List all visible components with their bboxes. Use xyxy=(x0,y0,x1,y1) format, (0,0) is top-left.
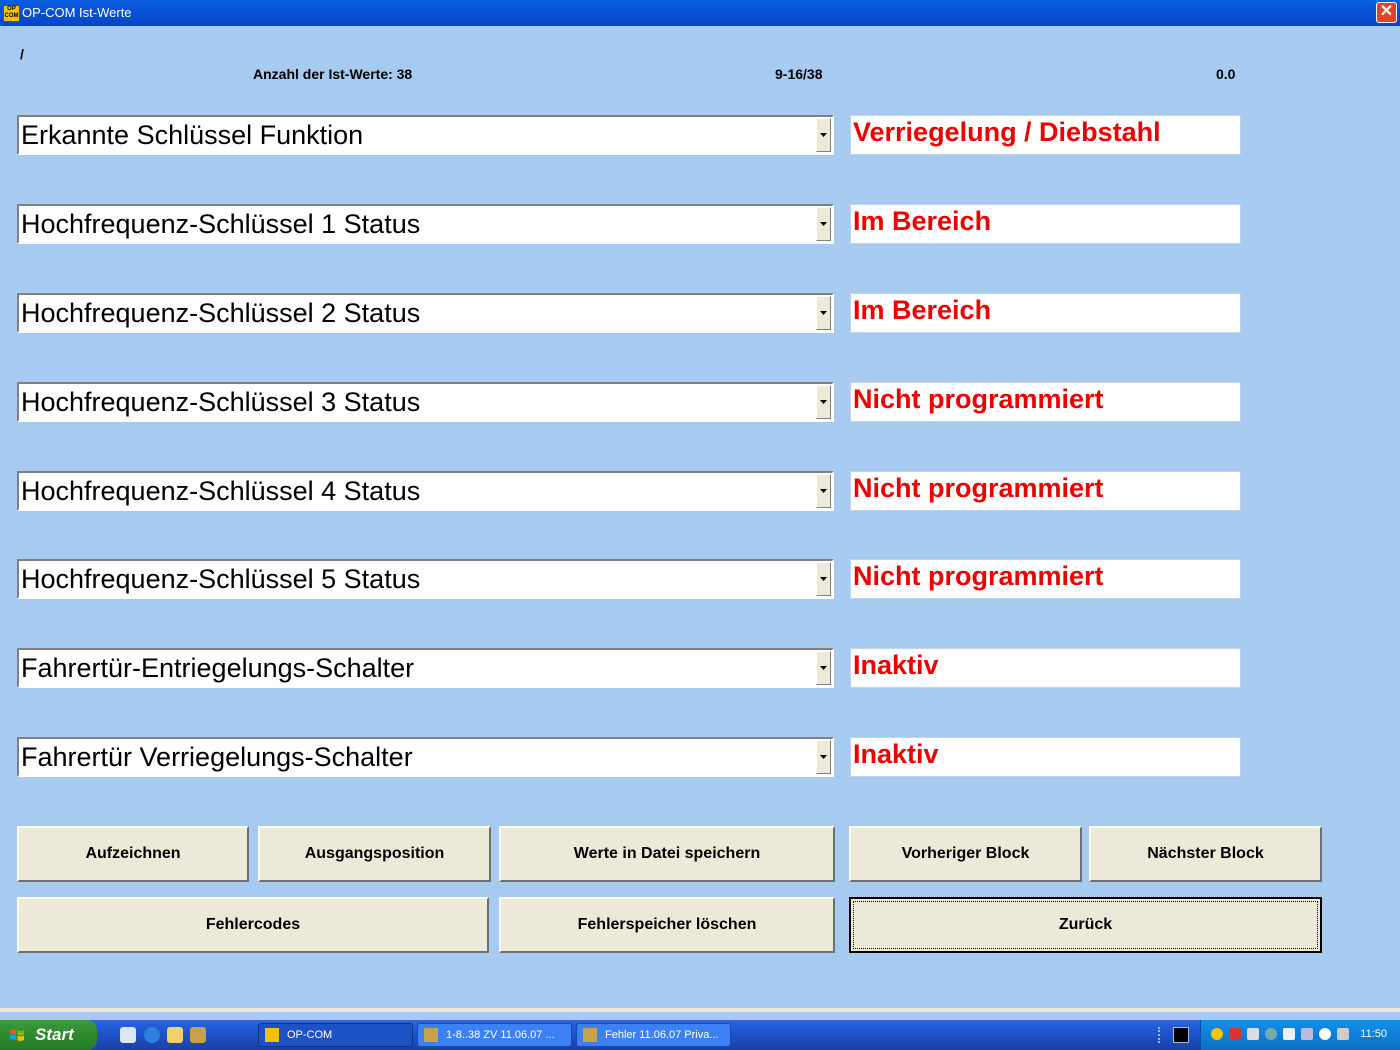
parameter-value-text: Inaktiv xyxy=(853,650,939,680)
close-button[interactable]: ✕ xyxy=(1376,2,1397,23)
fault-codes-button[interactable]: Fehlercodes xyxy=(17,897,489,953)
parameter-value-text: Verriegelung / Diebstahl xyxy=(853,117,1161,147)
parameter-select-6[interactable]: Hochfrequenz-Schlüssel 5 Status xyxy=(17,559,834,599)
taskbar-item-zv[interactable]: 1-8..38 ZV 11.06.07 ... xyxy=(417,1023,572,1047)
title-bar: OP COM OP-COM Ist-Werte ✕ xyxy=(0,0,1400,26)
parameter-label: Hochfrequenz-Schlüssel 3 Status xyxy=(21,387,421,417)
taskbar-item-opcom[interactable]: OP-COM xyxy=(258,1023,413,1047)
parameter-value-text: Im Bereich xyxy=(853,295,992,325)
parameter-select-2[interactable]: Hochfrequenz-Schlüssel 1 Status xyxy=(17,204,834,244)
parameter-value-2: Im Bereich xyxy=(850,204,1241,244)
task-label: 1-8..38 ZV 11.06.07 ... xyxy=(446,1029,555,1041)
parameter-label: Hochfrequenz-Schlüssel 4 Status xyxy=(21,476,421,506)
bottom-gap xyxy=(0,1012,1400,1020)
parameter-value-text: Nicht programmiert xyxy=(853,384,1104,414)
parameter-value-text: Nicht programmiert xyxy=(853,561,1104,591)
parameter-label: Hochfrequenz-Schlüssel 5 Status xyxy=(21,564,421,594)
taskbar: Start OP-COM 1-8..38 ZV 11.06.07 ... Feh… xyxy=(0,1020,1400,1050)
value-count-label: Anzahl der Ist-Werte: 38 xyxy=(253,66,413,82)
parameter-select-7[interactable]: Fahrertür-Entriegelungs-Schalter xyxy=(17,648,834,688)
document-icon xyxy=(424,1028,438,1042)
parameter-label: Fahrertür-Entriegelungs-Schalter xyxy=(21,653,415,683)
dropdown-arrow-icon[interactable] xyxy=(816,562,831,596)
main-window: / Anzahl der Ist-Werte: 38 9-16/38 0.0 E… xyxy=(0,26,1400,1016)
range-label: 9-16/38 xyxy=(775,66,823,82)
parameter-value-text: Nicht programmiert xyxy=(853,473,1104,503)
parameter-select-3[interactable]: Hochfrequenz-Schlüssel 2 Status xyxy=(17,293,834,333)
taskbar-item-fehler[interactable]: Fehler 11.06.07 Priva... xyxy=(576,1023,731,1047)
dropdown-arrow-icon[interactable] xyxy=(816,385,831,419)
dropdown-arrow-icon[interactable] xyxy=(816,474,831,508)
dropdown-arrow-icon[interactable] xyxy=(816,118,831,152)
display-icon[interactable] xyxy=(1301,1028,1313,1040)
previous-block-button[interactable]: Vorheriger Block xyxy=(849,826,1082,882)
back-button[interactable]: Zurück xyxy=(849,897,1322,953)
disconnect-icon[interactable] xyxy=(1247,1028,1259,1040)
start-button[interactable]: Start xyxy=(0,1020,97,1050)
path-label: / xyxy=(20,46,24,62)
home-position-button[interactable]: Ausgangsposition xyxy=(258,826,491,882)
time-value: 0.0 xyxy=(1216,66,1236,82)
record-button[interactable]: Aufzeichnen xyxy=(17,826,249,882)
parameter-value-7: Inaktiv xyxy=(850,648,1241,688)
opcom-icon xyxy=(265,1028,279,1042)
start-label: Start xyxy=(35,1025,74,1044)
next-block-button[interactable]: Nächster Block xyxy=(1089,826,1322,882)
document-icon xyxy=(583,1028,597,1042)
monitor-icon[interactable] xyxy=(1337,1028,1349,1040)
dropdown-arrow-icon[interactable] xyxy=(816,296,831,330)
parameter-label: Hochfrequenz-Schlüssel 1 Status xyxy=(21,209,421,239)
tray-square-icon[interactable] xyxy=(1173,1027,1189,1043)
parameter-value-4: Nicht programmiert xyxy=(850,382,1241,422)
clear-fault-memory-button[interactable]: Fehlerspeicher löschen xyxy=(499,897,835,953)
save-values-button[interactable]: Werte in Datei speichern xyxy=(499,826,835,882)
parameter-select-1[interactable]: Erkannte Schlüssel Funktion xyxy=(17,115,834,155)
app-quicklaunch-icon[interactable] xyxy=(190,1027,206,1043)
window-title: OP-COM Ist-Werte xyxy=(22,5,132,20)
parameter-label: Fahrertür Verriegelungs-Schalter xyxy=(21,742,413,772)
network-icon[interactable] xyxy=(1229,1028,1241,1040)
parameter-value-8: Inaktiv xyxy=(850,737,1241,777)
desktop-icon[interactable] xyxy=(120,1027,136,1043)
focus-rect xyxy=(853,901,1318,949)
dropdown-arrow-icon[interactable] xyxy=(816,740,831,774)
task-label: Fehler 11.06.07 Priva... xyxy=(605,1029,719,1041)
speaker-icon[interactable] xyxy=(1265,1028,1277,1040)
parameter-label: Hochfrequenz-Schlüssel 2 Status xyxy=(21,298,421,328)
task-label: OP-COM xyxy=(287,1029,333,1041)
app-icon: OP COM xyxy=(3,5,20,22)
windows-flag-icon xyxy=(10,1029,24,1041)
usb-icon[interactable] xyxy=(1283,1028,1295,1040)
antivirus-icon[interactable] xyxy=(1319,1028,1331,1040)
dropdown-arrow-icon[interactable] xyxy=(816,207,831,241)
parameter-value-text: Inaktiv xyxy=(853,739,939,769)
parameter-value-5: Nicht programmiert xyxy=(850,471,1241,511)
folder-icon[interactable] xyxy=(167,1027,183,1043)
parameter-select-8[interactable]: Fahrertür Verriegelungs-Schalter xyxy=(17,737,834,777)
clock: 11:50 xyxy=(1360,1028,1387,1040)
security-shield-icon[interactable] xyxy=(1211,1028,1223,1040)
internet-explorer-icon[interactable] xyxy=(144,1027,160,1043)
parameter-label: Erkannte Schlüssel Funktion xyxy=(21,120,364,150)
toolbar-grip xyxy=(1158,1027,1168,1043)
system-tray: 11:50 xyxy=(1200,1020,1400,1050)
parameter-value-6: Nicht programmiert xyxy=(850,559,1241,599)
parameter-select-4[interactable]: Hochfrequenz-Schlüssel 3 Status xyxy=(17,382,834,422)
parameter-select-5[interactable]: Hochfrequenz-Schlüssel 4 Status xyxy=(17,471,834,511)
parameter-value-1: Verriegelung / Diebstahl xyxy=(850,115,1241,155)
dropdown-arrow-icon[interactable] xyxy=(816,651,831,685)
parameter-value-3: Im Bereich xyxy=(850,293,1241,333)
parameter-value-text: Im Bereich xyxy=(853,206,992,236)
